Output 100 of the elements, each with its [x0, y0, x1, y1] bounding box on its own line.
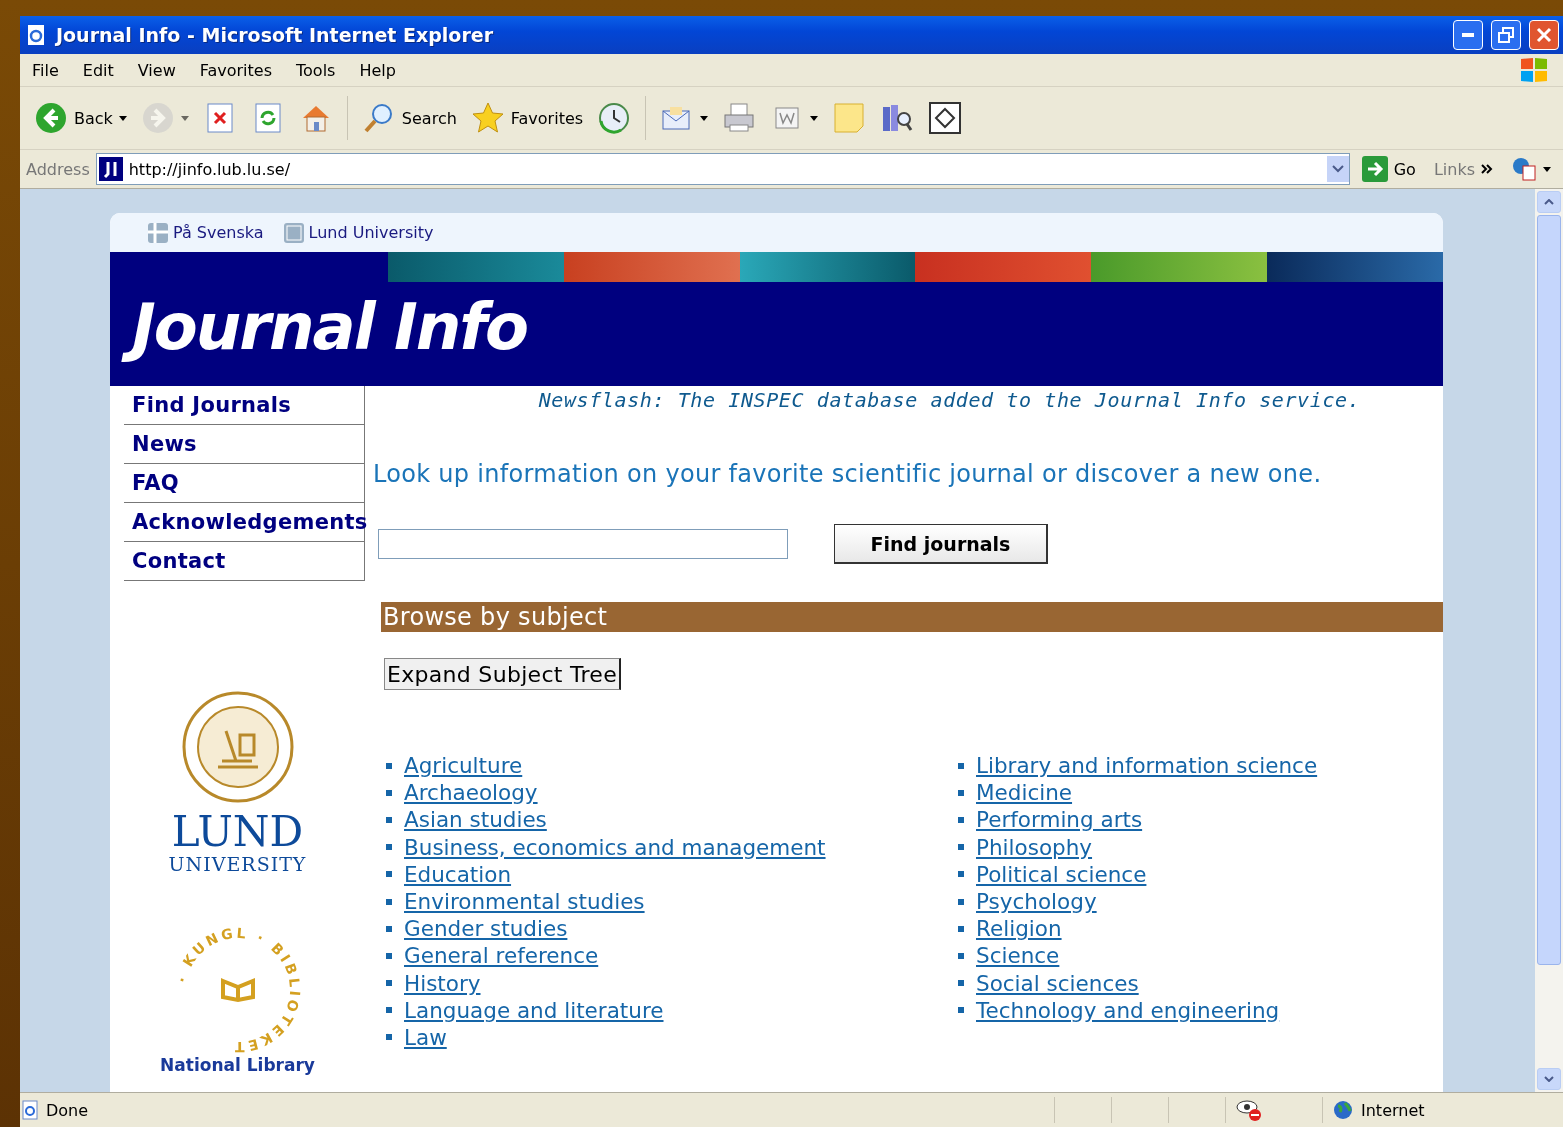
- subject-link[interactable]: General reference: [404, 943, 599, 969]
- bullet-icon: [386, 844, 392, 851]
- logo-badge-icon: [283, 222, 304, 243]
- go-button[interactable]: Go: [1355, 156, 1422, 182]
- subject-link[interactable]: Asian studies: [404, 807, 547, 833]
- subject-link[interactable]: History: [404, 970, 481, 996]
- zone-label: Internet: [1361, 1100, 1425, 1120]
- bullet-icon: [386, 980, 392, 987]
- caret-icon: [1543, 166, 1551, 172]
- subject-link[interactable]: Language and literature: [404, 997, 664, 1023]
- bullet-icon: [958, 816, 964, 823]
- bullet-icon: [958, 844, 964, 851]
- newsflash-text: Newsflash: The INSPEC database added to the Journal Info service.: [538, 388, 1361, 412]
- printer-icon: [722, 101, 757, 135]
- subject-link[interactable]: Agriculture: [404, 753, 523, 779]
- subject-link[interactable]: Business, economics and management: [404, 834, 826, 860]
- minimize-button[interactable]: [1453, 20, 1483, 50]
- back-button[interactable]: Back: [30, 99, 131, 137]
- bullet-icon: [958, 898, 964, 905]
- subject-link[interactable]: Library and information science: [976, 753, 1318, 779]
- subject-link[interactable]: Performing arts: [976, 807, 1143, 833]
- globe-icon: [1333, 1100, 1353, 1120]
- menu-item[interactable]: Help: [347, 56, 408, 84]
- page-icon: [20, 1100, 40, 1120]
- restore-button[interactable]: [1491, 20, 1521, 50]
- logo-subtitle: UNIVERSITY: [168, 853, 307, 875]
- subject-link[interactable]: Religion: [976, 916, 1062, 942]
- bullet-icon: [386, 789, 392, 796]
- subject-link[interactable]: Philosophy: [976, 834, 1093, 860]
- scroll-up-button[interactable]: [1537, 191, 1561, 213]
- window-title: Journal Info - Microsoft Internet Explorer: [56, 24, 495, 46]
- bullet-icon: [386, 871, 392, 878]
- top-link[interactable]: På Svenska: [148, 222, 264, 243]
- address-label: Address: [26, 159, 90, 179]
- logo-wordmark: LUND: [171, 811, 304, 853]
- blocked-eye-icon: [1236, 1099, 1262, 1121]
- section-title: Browse by subject: [383, 603, 608, 631]
- search-field[interactable]: [378, 529, 788, 559]
- bullet-icon: [386, 952, 392, 959]
- menu-item[interactable]: Tools: [284, 56, 348, 84]
- star-icon: [470, 101, 505, 135]
- bullet-icon: [386, 762, 392, 769]
- bullet-icon: [958, 1007, 964, 1014]
- subject-link[interactable]: Law: [404, 1024, 447, 1050]
- links-button[interactable]: Links: [1427, 159, 1499, 179]
- chevron-icon: [1481, 164, 1493, 174]
- find-journals-button[interactable]: Find journals: [834, 524, 1048, 564]
- search-button[interactable]: Search: [357, 99, 461, 137]
- top-link[interactable]: Lund University: [283, 222, 434, 243]
- nav-link[interactable]: Contact: [124, 542, 364, 581]
- bullet-icon: [958, 871, 964, 878]
- subject-link[interactable]: Political science: [976, 861, 1147, 887]
- subject-link[interactable]: Psychology: [976, 889, 1097, 915]
- bullet-icon: [958, 762, 964, 769]
- bullet-icon: [958, 789, 964, 796]
- bullet-icon: [386, 816, 392, 823]
- menu-item[interactable]: Edit: [70, 56, 126, 84]
- nav-link[interactable]: FAQ: [124, 464, 364, 503]
- minimize-icon: [1462, 33, 1474, 37]
- subject-link[interactable]: Medicine: [976, 780, 1073, 806]
- caret-icon: [810, 115, 819, 121]
- caret-icon: [118, 115, 127, 121]
- restore-icon: [1498, 27, 1514, 43]
- subject-link[interactable]: Environmental studies: [404, 889, 645, 915]
- subject-link[interactable]: Social sciences: [976, 970, 1139, 996]
- subject-link[interactable]: Archaeology: [404, 780, 538, 806]
- expand-tree-button[interactable]: Expand Subject Tree: [384, 658, 622, 690]
- caret-icon: [180, 115, 189, 121]
- close-icon: [1536, 27, 1552, 43]
- site-title: Journal Info: [110, 282, 1443, 364]
- subject-link[interactable]: Education: [404, 861, 512, 887]
- menu-item[interactable]: File: [20, 56, 71, 84]
- bullet-icon: [958, 925, 964, 932]
- subject-link[interactable]: Technology and engineering: [976, 997, 1280, 1023]
- windows-logo-icon: [1519, 56, 1549, 84]
- bullet-icon: [386, 898, 392, 905]
- address-field[interactable]: http://jinfo.lub.lu.se/: [95, 153, 1350, 185]
- bullet-icon: [386, 1007, 392, 1014]
- bullet-icon: [958, 952, 964, 959]
- subject-link[interactable]: Gender studies: [404, 916, 568, 942]
- subject-link[interactable]: Science: [976, 943, 1060, 969]
- history-icon: [597, 101, 632, 135]
- favorites-button[interactable]: Favorites: [466, 99, 588, 137]
- window-icon: [928, 101, 963, 135]
- menu-item[interactable]: View: [125, 56, 188, 84]
- status-text: Done: [20, 1100, 1054, 1120]
- site-icon: [98, 157, 123, 181]
- scroll-down-button[interactable]: [1537, 1068, 1561, 1090]
- bullet-icon: [958, 980, 964, 987]
- close-button[interactable]: [1529, 20, 1559, 50]
- scroll-thumb[interactable]: [1537, 215, 1561, 965]
- bullet-icon: [386, 1034, 392, 1041]
- note-icon: [832, 101, 867, 135]
- flag-icon: [148, 222, 168, 243]
- logo-caption: National Library: [160, 1055, 315, 1075]
- nav-link[interactable]: Find Journals: [124, 386, 364, 425]
- nav-link[interactable]: News: [124, 425, 364, 464]
- bullet-icon: [386, 925, 392, 932]
- dropdown-icon[interactable]: [1326, 156, 1349, 182]
- menu-item[interactable]: Favorites: [187, 56, 284, 84]
